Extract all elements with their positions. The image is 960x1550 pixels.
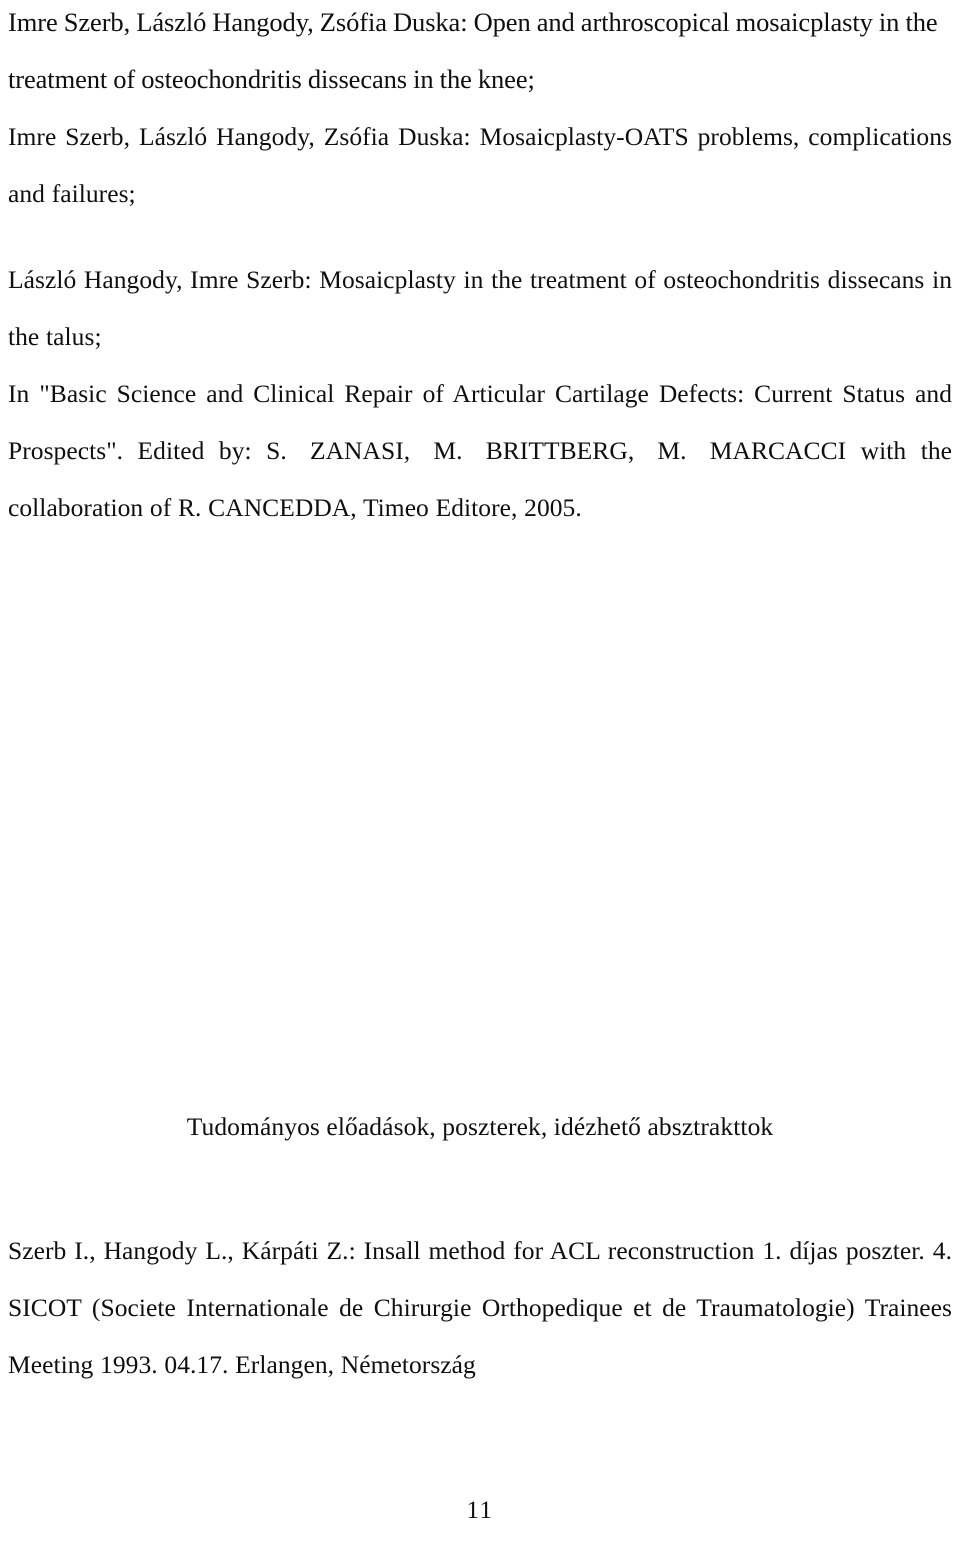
presentation-entry-insall-acl-poster: Szerb I., Hangody L., Kárpáti Z.: Insall… [8,1222,952,1393]
book-chapter-citation: In "Basic Science and Clinical Repair of… [8,365,952,536]
publication-entry-mosaicplasty-oats: Imre Szerb, László Hangody, Zsófia Duska… [8,108,952,222]
presentation-text: Szerb I., Hangody L., Kárpáti Z.: Insall… [8,1236,952,1379]
section-heading: Tudományos előadások, poszterek, idézhet… [8,1098,952,1155]
publication-text: Imre Szerb, László Hangody, Zsófia Duska… [8,122,952,208]
publication-text: Imre Szerb, László Hangody, Zsófia Duska… [8,7,938,94]
publication-entry-book-chapter-source: In "Basic Science and Clinical Repair of… [8,365,952,536]
book-chapter-editors: S. ZANASI, M. BRITTBERG, M. MARCACCI [266,436,847,465]
publication-entry-mosaicplasty-knee: Imre Szerb, László Hangody, Zsófia Duska… [8,0,952,108]
page-number-label: 11 [466,1497,494,1524]
publication-entry-mosaicplasty-talus: László Hangody, Imre Szerb: Mosaicplasty… [8,251,952,365]
publication-text: László Hangody, Imre Szerb: Mosaicplasty… [8,265,952,351]
section-heading-label: Tudományos előadások, poszterek, idézhet… [186,1112,774,1141]
document-page: Imre Szerb, László Hangody, Zsófia Duska… [0,0,960,1550]
page-number: 11 [8,1482,952,1539]
